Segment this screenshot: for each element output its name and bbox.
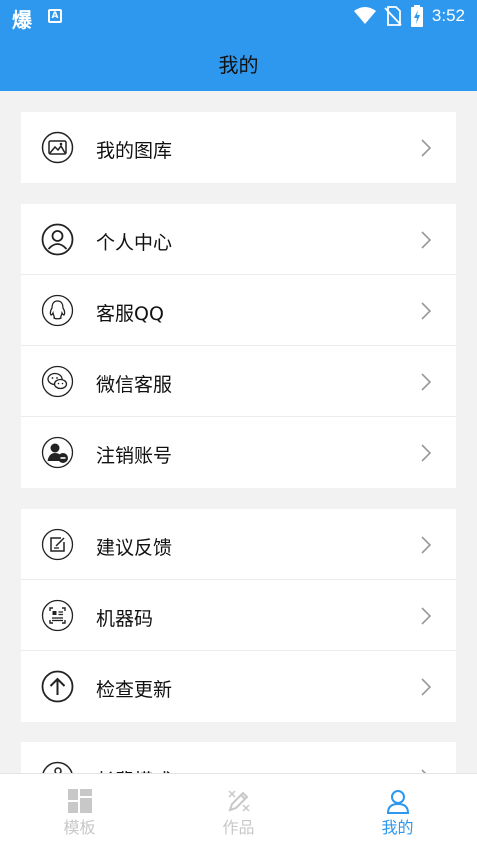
template-icon	[67, 789, 92, 813]
no-sim-icon	[384, 6, 402, 26]
menu-item-label: 建议反馈	[96, 537, 173, 559]
menu-group-support: 建议反馈 机器码 检查更新	[21, 509, 456, 722]
chevron-right-icon	[421, 139, 432, 157]
tab-label: 我的	[381, 818, 414, 837]
user-icon	[41, 223, 74, 256]
store-notification-icon: A	[48, 9, 62, 23]
menu-item-machine-code[interactable]: 机器码	[21, 580, 456, 651]
bottom-tab-bar: 模板 作品 我的	[0, 773, 477, 848]
menu-item-label: 检查更新	[96, 679, 173, 701]
menu-item-delete-account[interactable]: 注销账号	[21, 417, 456, 488]
works-icon	[227, 790, 250, 812]
menu-item-label: 我的图库	[96, 140, 173, 162]
wifi-icon	[353, 7, 376, 24]
chevron-right-icon	[421, 607, 432, 625]
menu-item-label: 客服QQ	[96, 303, 164, 325]
chevron-right-icon	[421, 536, 432, 554]
menu-item-my-gallery[interactable]: 我的图库	[21, 112, 456, 183]
menu-item-label: 机器码	[96, 608, 154, 630]
qq-icon	[41, 294, 74, 327]
title-bar: 我的	[0, 33, 477, 91]
menu-item-feedback[interactable]: 建议反馈	[21, 509, 456, 580]
page-title: 我的	[218, 53, 259, 77]
chevron-right-icon	[421, 302, 432, 320]
chevron-right-icon	[421, 231, 432, 249]
gallery-icon	[41, 131, 74, 164]
feedback-icon	[41, 528, 74, 561]
machine-code-icon	[41, 599, 74, 632]
menu-item-wechat-service[interactable]: 微信客服	[21, 346, 456, 417]
tab-templates[interactable]: 模板	[0, 774, 159, 848]
menu-item-label: 微信客服	[96, 374, 173, 396]
menu-item-check-update[interactable]: 检查更新	[21, 651, 456, 722]
app-notification-icon: 爆	[12, 8, 32, 32]
clock: 3:52	[431, 6, 465, 25]
status-bar: 爆 A 3:52	[0, 0, 477, 33]
delete-account-icon	[41, 436, 74, 469]
chevron-right-icon	[421, 373, 432, 391]
menu-group-gallery: 我的图库	[21, 112, 456, 183]
tab-label: 模板	[63, 818, 96, 837]
menu-item-customer-service-qq[interactable]: 客服QQ	[21, 275, 456, 346]
chevron-right-icon	[421, 444, 432, 462]
menu-item-label: 个人中心	[96, 232, 173, 254]
menu-group-account: 个人中心 客服QQ 微信客服 注销账号	[21, 204, 456, 488]
chevron-right-icon	[421, 678, 432, 696]
tab-label: 作品	[222, 818, 255, 837]
battery-charging-icon	[410, 5, 423, 27]
tab-profile[interactable]: 我的	[318, 774, 477, 848]
update-icon	[41, 670, 74, 703]
menu-item-personal-center[interactable]: 个人中心	[21, 204, 456, 275]
tab-works[interactable]: 作品	[159, 774, 318, 848]
wechat-icon	[41, 365, 74, 398]
menu-item-label: 注销账号	[96, 445, 173, 467]
profile-icon	[386, 790, 409, 814]
